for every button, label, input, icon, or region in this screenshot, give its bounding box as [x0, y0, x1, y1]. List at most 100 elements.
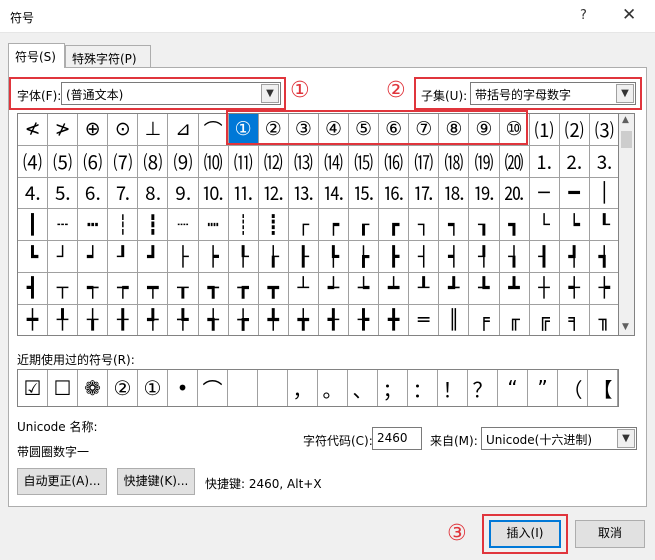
symbol-cell[interactable]: ┼ — [529, 272, 560, 305]
symbol-cell[interactable]: ⑺ — [108, 145, 139, 178]
symbol-cell[interactable]: ┹ — [439, 272, 470, 305]
symbol-cell[interactable]: ┪ — [589, 241, 618, 273]
symbol-cell[interactable]: ╕ — [560, 304, 590, 335]
recent-symbol-cell[interactable] — [258, 370, 288, 406]
symbol-cell[interactable]: ┝ — [198, 241, 229, 273]
symbol-cell[interactable]: ┟ — [258, 241, 289, 273]
symbol-cell[interactable]: ⒘ — [409, 177, 440, 210]
symbol-cell[interactable]: ┣ — [379, 241, 410, 273]
symbol-cell[interactable]: ┷ — [379, 272, 410, 305]
symbol-cell[interactable]: ┻ — [499, 272, 530, 305]
tab-symbols[interactable]: 符号(S) — [8, 43, 65, 68]
help-icon[interactable]: ? — [580, 8, 587, 23]
symbol-cell[interactable]: ⒌ — [48, 177, 79, 210]
symbol-cell[interactable]: ┖ — [589, 209, 618, 242]
symbol-cell[interactable]: ⒍ — [78, 177, 109, 210]
symbol-cell[interactable]: ┞ — [228, 241, 259, 273]
symbol-cell[interactable]: ┏ — [379, 209, 410, 242]
symbol-cell[interactable]: ⊙ — [108, 114, 139, 146]
symbol-cell[interactable]: ┱ — [198, 272, 229, 305]
recent-symbol-cell[interactable]: ； — [378, 370, 408, 406]
symbol-cell[interactable]: ⒛ — [499, 177, 530, 210]
symbol-cell[interactable]: ┑ — [439, 209, 470, 242]
symbol-cell[interactable]: ⒓ — [258, 177, 289, 210]
symbol-cell[interactable]: ┇ — [138, 209, 169, 242]
symbol-cell[interactable]: ┦ — [469, 241, 500, 273]
symbol-cell[interactable]: ┫ — [18, 272, 49, 305]
symbol-cell[interactable]: ⑷ — [18, 145, 49, 178]
recent-symbol-cell[interactable]: ② — [108, 370, 138, 406]
symbol-cell[interactable]: ╄ — [168, 304, 199, 335]
symbol-cell[interactable]: ⒋ — [18, 177, 49, 210]
symbol-cell[interactable]: ┽ — [559, 272, 590, 305]
symbol-cell[interactable]: ┗ — [18, 241, 49, 273]
symbol-cell[interactable]: ⒉ — [559, 145, 590, 178]
symbol-cell[interactable]: ⑻ — [138, 145, 169, 178]
symbol-cell[interactable]: ⑼ — [168, 145, 199, 178]
symbol-cell[interactable]: ┛ — [138, 241, 169, 273]
symbol-cell[interactable]: ┬ — [48, 272, 79, 305]
recent-symbol-cell[interactable]: ① — [138, 370, 168, 406]
symbol-cell[interactable]: ⑵ — [559, 114, 590, 146]
tab-special-characters[interactable]: 特殊字符(P) — [65, 45, 151, 67]
from-select[interactable]: Unicode(十六进制) ▼ — [481, 427, 637, 450]
symbol-cell[interactable]: ╇ — [259, 304, 289, 335]
symbol-cell[interactable]: ┥ — [439, 241, 470, 273]
recent-symbol-cell[interactable]: 。 — [318, 370, 348, 406]
symbol-cell[interactable]: ┧ — [499, 241, 530, 273]
symbol-cell[interactable]: ⒚ — [469, 177, 500, 210]
symbol-cell[interactable]: ┕ — [559, 209, 590, 242]
symbol-cell[interactable]: ├ — [168, 241, 199, 273]
symbol-cell[interactable]: ┊ — [228, 209, 259, 242]
symbol-cell[interactable]: ┿ — [18, 304, 49, 335]
symbol-cell[interactable]: ⒅ — [439, 145, 470, 178]
symbol-cell[interactable]: ┍ — [318, 209, 350, 242]
symbol-cell[interactable]: ║ — [439, 304, 470, 335]
symbol-cell[interactable]: ⒑ — [198, 177, 229, 210]
symbol-cell[interactable]: ┰ — [168, 272, 199, 305]
symbol-cell[interactable]: ╂ — [108, 304, 139, 335]
symbol-cell[interactable]: ⊥ — [138, 114, 169, 146]
recent-symbol-cell[interactable]: ” — [528, 370, 558, 406]
recent-symbol-cell[interactable]: “ — [498, 370, 528, 406]
symbol-cell[interactable]: ⒗ — [379, 177, 410, 210]
symbol-cell[interactable]: ╓ — [500, 304, 530, 335]
symbol-cell[interactable]: ┋ — [258, 209, 289, 242]
recent-symbol-cell[interactable]: 、 — [348, 370, 378, 406]
symbol-cell[interactable]: ╈ — [289, 304, 319, 335]
recent-symbol-cell[interactable]: ！ — [438, 370, 468, 406]
symbol-cell[interactable]: ┓ — [499, 209, 530, 242]
symbol-cell[interactable]: ⑿ — [258, 145, 289, 178]
symbol-cell[interactable]: ┄ — [48, 209, 79, 242]
recent-symbol-cell[interactable]: ， — [288, 370, 318, 406]
symbol-cell[interactable]: ╁ — [78, 304, 109, 335]
symbol-cell[interactable]: ┃ — [18, 209, 49, 242]
symbol-cell[interactable]: ⒃ — [379, 145, 410, 178]
symbol-cell[interactable]: ─ — [529, 177, 560, 210]
shortcut-key-button[interactable]: 快捷键(K)... — [117, 468, 195, 495]
symbol-cell[interactable]: ⒒ — [228, 177, 259, 210]
symbol-cell[interactable]: ╋ — [379, 304, 410, 335]
recent-symbols-row[interactable]: ☑ ☐ ❁ ② ① • ⌒ ，。、；：！？ “” （【 — [17, 369, 619, 407]
symbol-cell[interactable]: ⑴ — [529, 114, 560, 146]
symbol-cell[interactable]: ⒁ — [318, 145, 350, 178]
symbol-grid[interactable]: ≮ ≯ ⊕ ⊙ ⊥ ⊿ ⌒ ① ② ③ ④ ⑤ ⑥ ⑦ ⑧ ⑨ ⑩ ⑴ ⑵ ⑶ ⑷ ⑸ ⑹ ⑺ ⑻ ⑼ ⑽ ⑾ ⑿ ⒀ ⒁ ⒂ ⒃ ⒄ ⒅ ⒆ ⒇ ⒈ ⒉ ⒊… — [17, 113, 619, 336]
symbol-cell[interactable]: ╖ — [590, 305, 618, 335]
recent-symbol-cell[interactable]: ☐ — [48, 370, 78, 406]
symbol-cell[interactable]: ⒎ — [108, 177, 139, 210]
recent-symbol-cell[interactable]: ❁ — [78, 370, 108, 406]
symbol-cell[interactable]: │ — [589, 178, 618, 210]
symbol-cell[interactable]: ⒖ — [349, 177, 380, 210]
symbol-cell[interactable]: └ — [529, 209, 560, 242]
symbol-cell[interactable]: ┯ — [138, 272, 169, 305]
symbol-cell[interactable]: ┳ — [258, 272, 289, 305]
symbol-cell[interactable]: ⒄ — [409, 145, 440, 178]
symbol-cell[interactable]: ┉ — [198, 209, 229, 242]
scroll-thumb[interactable] — [621, 131, 632, 148]
symbol-cell[interactable]: ╒ — [469, 304, 500, 335]
symbol-cell[interactable]: ⒇ — [499, 145, 530, 178]
symbol-cell[interactable]: ┙ — [78, 241, 109, 273]
recent-symbol-cell[interactable] — [228, 370, 258, 406]
scroll-up-icon[interactable]: ▲ — [622, 115, 629, 125]
symbol-cell[interactable]: ┡ — [318, 241, 350, 273]
